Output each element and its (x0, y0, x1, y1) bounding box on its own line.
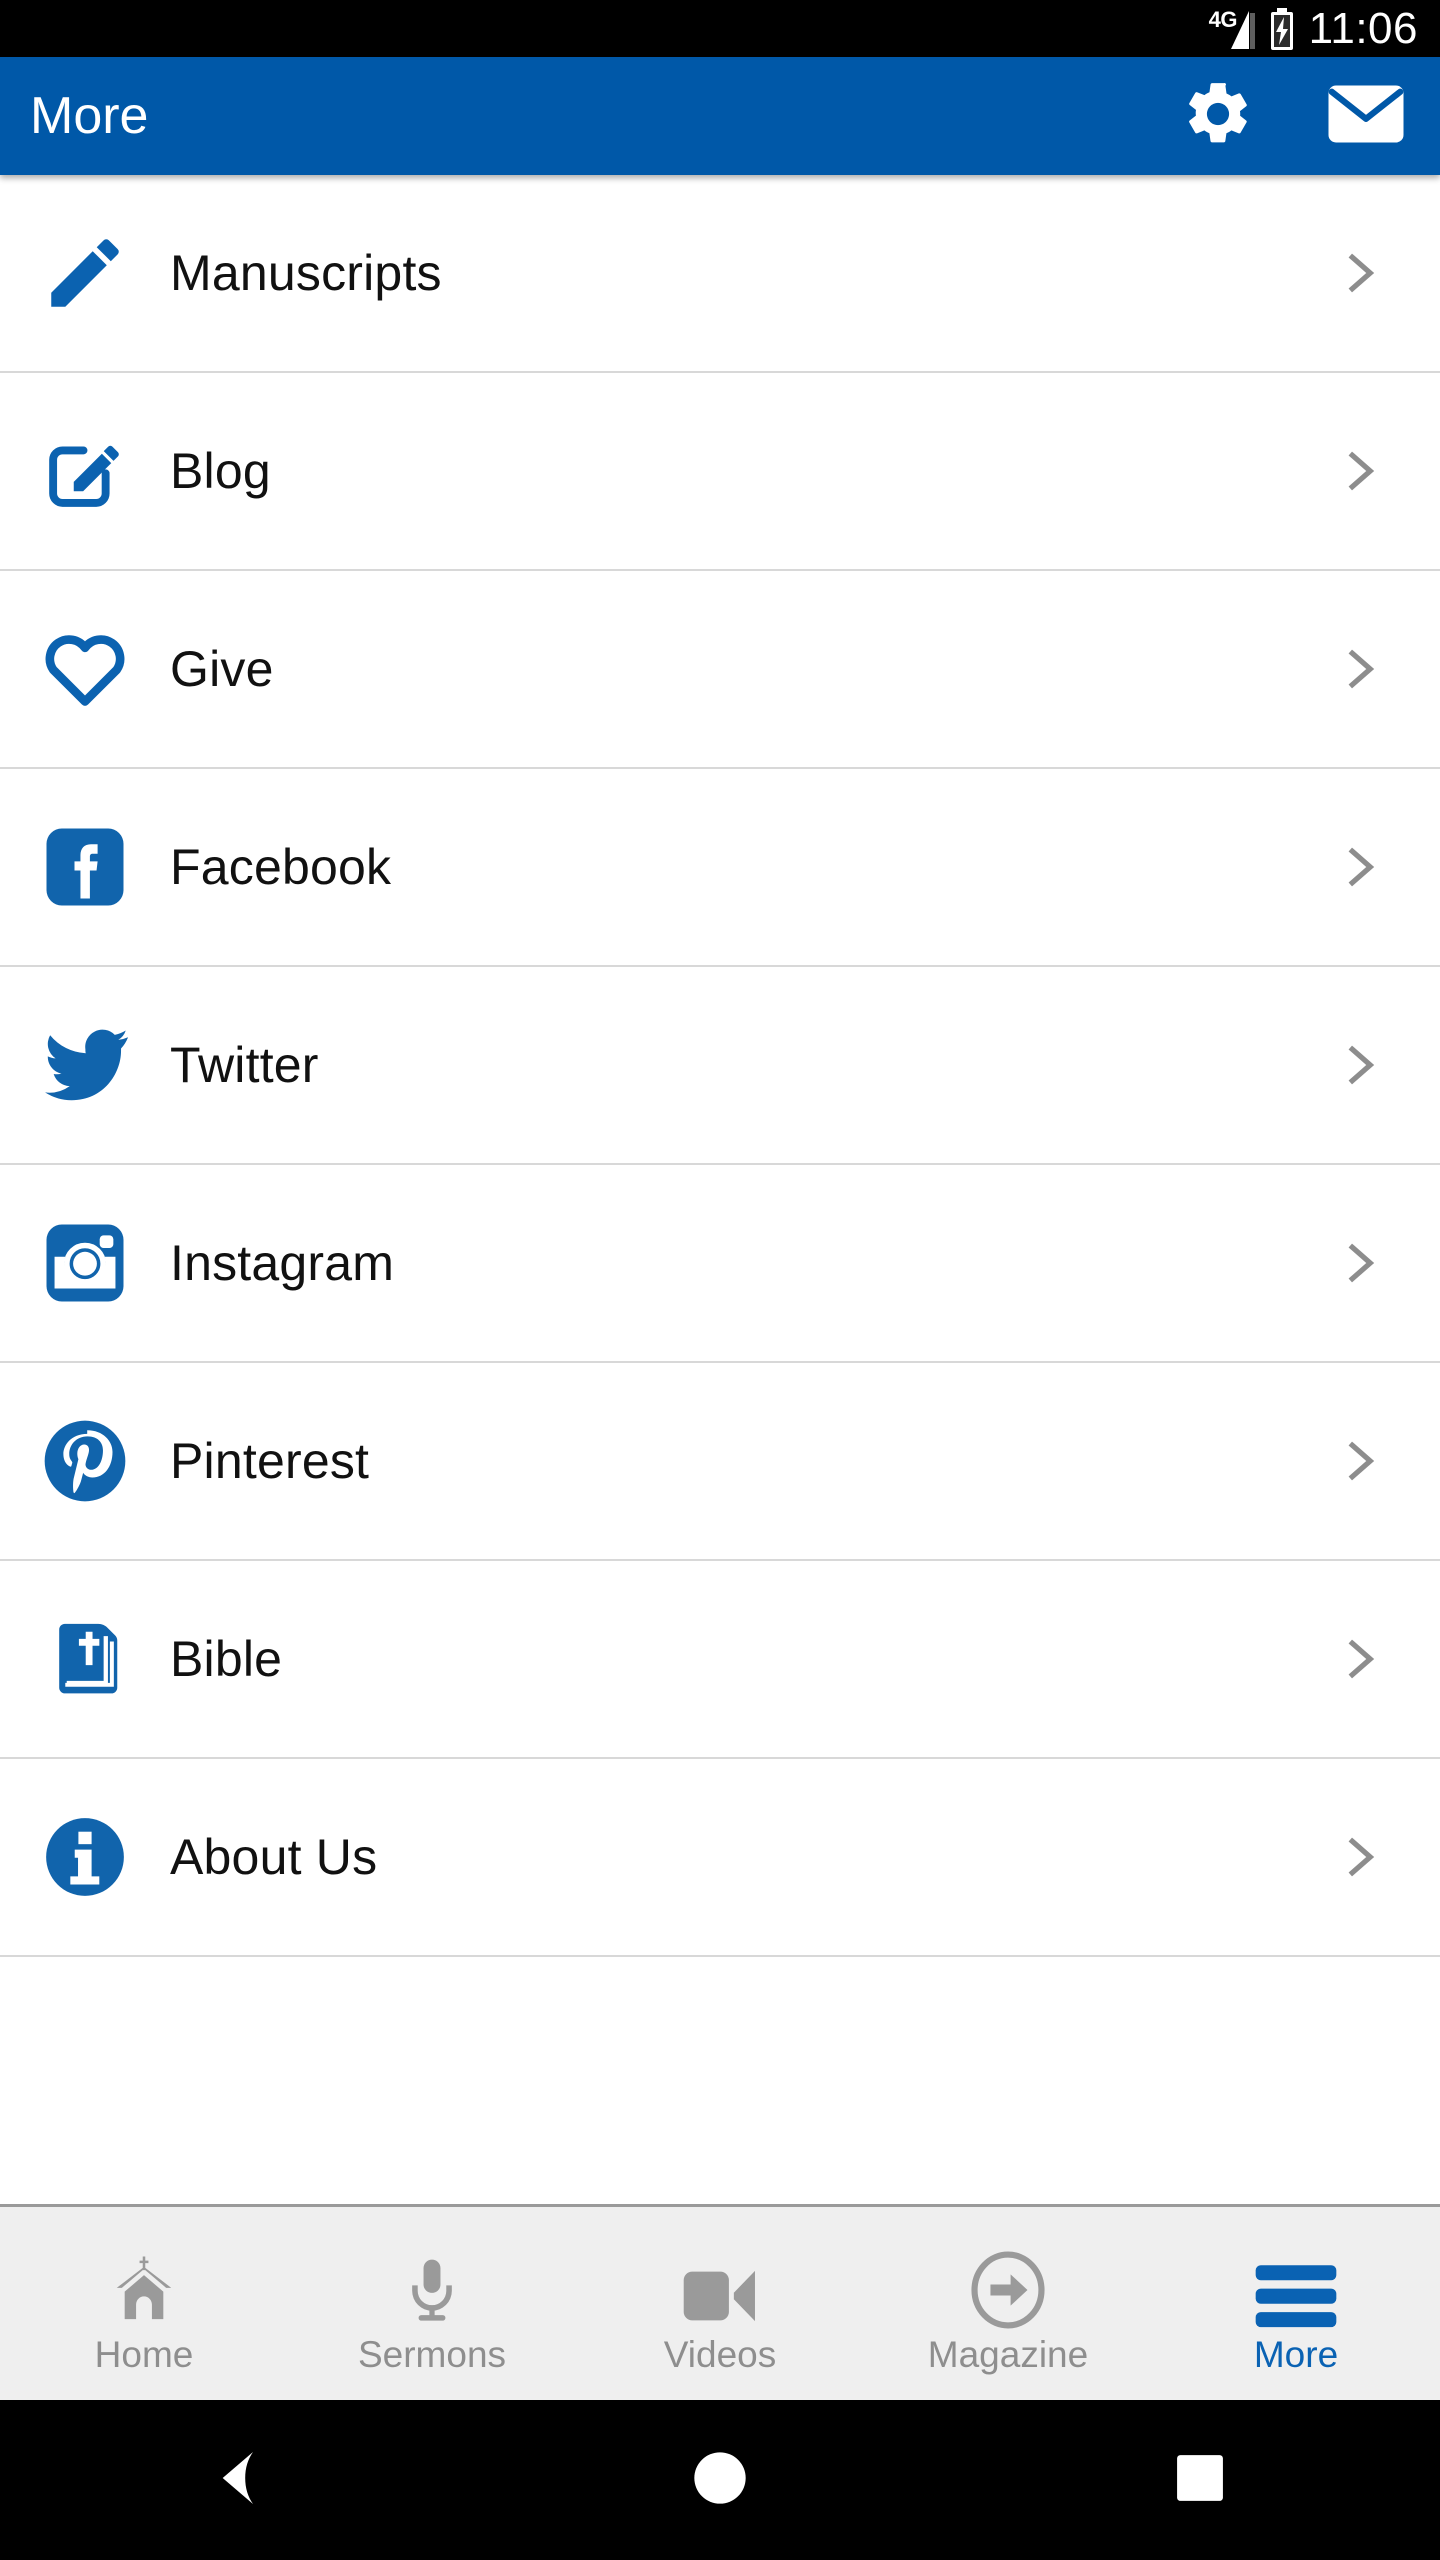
tab-more[interactable]: More (1152, 2207, 1440, 2400)
heart-outline-icon (0, 570, 170, 768)
list-item-label: Twitter (170, 1037, 319, 1093)
square-recents-icon (1175, 2453, 1225, 2508)
church-icon (105, 2243, 183, 2329)
chevron-right-icon (1314, 642, 1404, 696)
list-item-bible[interactable]: Bible (0, 1561, 1440, 1759)
chevron-right-icon (1314, 1038, 1404, 1092)
list-item-facebook[interactable]: Facebook (0, 769, 1440, 967)
list-item-label: Instagram (170, 1235, 395, 1291)
list-item-about-us[interactable]: About Us (0, 1759, 1440, 1957)
chevron-right-icon (1314, 1236, 1404, 1290)
compose-box-icon (0, 372, 170, 570)
back-button[interactable] (140, 2400, 340, 2560)
info-circle-icon (0, 1758, 170, 1956)
envelope-icon (1327, 83, 1405, 150)
phone-screen: 4G 11:06 More Manuscripts Blog Give Face… (0, 0, 1440, 2560)
pencil-icon (0, 175, 170, 372)
hamburger-menu-icon (1251, 2243, 1341, 2329)
list-item-twitter[interactable]: Twitter (0, 967, 1440, 1165)
bible-book-icon (0, 1560, 170, 1758)
list-item-give[interactable]: Give (0, 571, 1440, 769)
tab-label: Sermons (357, 2333, 507, 2375)
microphone-icon (397, 2243, 467, 2329)
tab-label: Magazine (927, 2333, 1089, 2375)
signal-bars-icon: 4G (1209, 8, 1255, 49)
list-item-manuscripts[interactable]: Manuscripts (0, 175, 1440, 373)
list-item-label: Pinterest (170, 1433, 370, 1489)
video-camera-icon (679, 2243, 761, 2329)
bottom-tab-bar: Home Sermons Videos Magazine More (0, 2204, 1440, 2400)
app-bar: More (0, 57, 1440, 175)
tab-sermons[interactable]: Sermons (288, 2207, 576, 2400)
list-item-label: Blog (170, 443, 271, 499)
tab-label: Home (94, 2333, 194, 2375)
home-button[interactable] (620, 2400, 820, 2560)
list-item-label: Bible (170, 1631, 283, 1687)
recents-button[interactable] (1100, 2400, 1300, 2560)
tab-home[interactable]: Home (0, 2207, 288, 2400)
tab-magazine[interactable]: Magazine (864, 2207, 1152, 2400)
list-item-label: Give (170, 641, 274, 697)
page-title: More (30, 87, 149, 145)
status-bar: 4G 11:06 (0, 0, 1440, 57)
circle-home-icon (692, 2450, 748, 2511)
chevron-right-icon (1314, 840, 1404, 894)
list-item-pinterest[interactable]: Pinterest (0, 1363, 1440, 1561)
chevron-right-icon (1314, 444, 1404, 498)
list-item-label: Manuscripts (170, 245, 442, 301)
status-bar-clock: 11:06 (1308, 3, 1418, 53)
chevron-right-icon (1314, 246, 1404, 300)
arrow-circle-icon (969, 2243, 1047, 2329)
android-navigation-bar (0, 2400, 1440, 2560)
list-item-label: Facebook (170, 839, 392, 895)
settings-button[interactable] (1180, 78, 1256, 154)
chevron-right-icon (1314, 1830, 1404, 1884)
mail-button[interactable] (1328, 78, 1404, 154)
facebook-icon (0, 768, 170, 966)
list-item-blog[interactable]: Blog (0, 373, 1440, 571)
more-menu-list: Manuscripts Blog Give Facebook Twitter I… (0, 175, 1440, 2204)
app-bar-actions (1180, 78, 1404, 154)
chevron-right-icon (1314, 1434, 1404, 1488)
chevron-right-icon (1314, 1632, 1404, 1686)
instagram-icon (0, 1164, 170, 1362)
list-item-instagram[interactable]: Instagram (0, 1165, 1440, 1363)
tab-label: More (1253, 2333, 1339, 2375)
battery-charging-icon (1269, 7, 1295, 50)
triangle-back-icon (214, 2449, 266, 2512)
gear-icon (1181, 77, 1255, 156)
list-item-label: About Us (170, 1829, 378, 1885)
twitter-bird-icon (0, 966, 170, 1164)
tab-videos[interactable]: Videos (576, 2207, 864, 2400)
pinterest-icon (0, 1362, 170, 1560)
tab-label: Videos (663, 2333, 777, 2375)
